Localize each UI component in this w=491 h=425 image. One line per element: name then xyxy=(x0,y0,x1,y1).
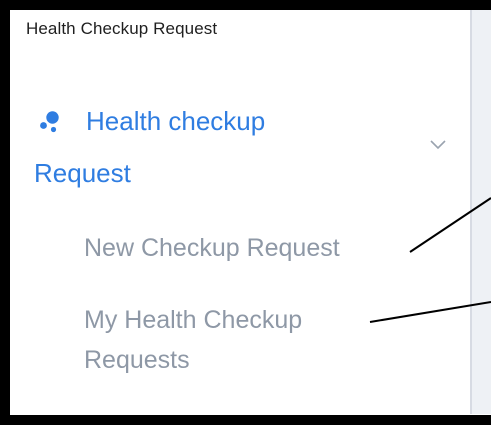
page-title: Health Checkup Request xyxy=(26,19,218,38)
chevron-down-icon[interactable] xyxy=(428,138,448,152)
sidebar-edge xyxy=(472,10,491,414)
submenu-item-my-health-checkup-requests-continued[interactable]: Requests xyxy=(84,346,190,375)
nav-item-health-checkup-request[interactable]: Health checkup Request xyxy=(24,100,454,200)
submenu-item-my-health-checkup-requests[interactable]: My Health Checkup xyxy=(84,306,302,335)
sidebar-panel xyxy=(10,10,472,414)
submenu-item-new-checkup-request[interactable]: New Checkup Request xyxy=(84,234,340,263)
nav-item-label-continued: Request xyxy=(34,158,131,188)
health-dots-icon xyxy=(38,110,62,134)
nav-item-label: Health checkup xyxy=(86,106,266,136)
